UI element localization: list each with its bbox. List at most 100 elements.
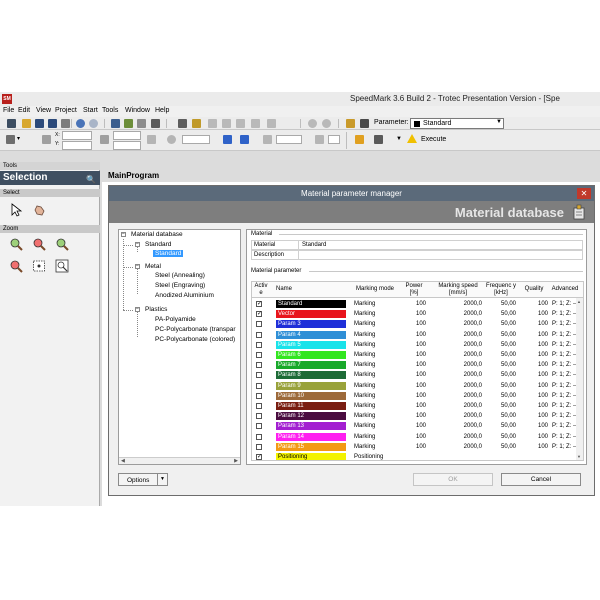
tree-item-steel-annealing[interactable]: Steel (Annealing) <box>155 272 205 279</box>
parameter-name-cell[interactable]: Param 14 <box>276 432 346 441</box>
zoom-area-icon[interactable] <box>55 237 69 251</box>
table-row[interactable]: Param 7 Marking 100 2000,0 50,00 100 P: 1; Z: … <box>252 360 583 371</box>
active-checkbox[interactable] <box>256 392 262 399</box>
col-header-marking-mode[interactable]: Marking mode <box>350 286 400 293</box>
search-icon[interactable]: 🔍 <box>86 173 96 187</box>
chevron-down-icon[interactable]: ▼ <box>157 474 167 485</box>
parameter-name-cell[interactable]: Param 12 <box>276 412 346 421</box>
tree-expander[interactable]: − <box>121 232 126 237</box>
parameter-name-cell[interactable]: Param 8 <box>276 371 346 380</box>
tree-item-material-database[interactable]: Material database <box>131 231 183 238</box>
power-cell[interactable]: 100 <box>402 444 426 450</box>
marking-mode-cell[interactable]: Marking <box>354 444 375 450</box>
parameter-name-cell[interactable]: Param 9 <box>276 381 346 390</box>
power-cell[interactable]: 100 <box>402 332 426 338</box>
table-row[interactable]: Param 14 Marking 100 2000,0 50,00 100 P: 1; Z:… <box>252 432 583 443</box>
undo-icon[interactable] <box>76 119 85 128</box>
tree-item-standard-group[interactable]: Standard <box>145 241 171 248</box>
table-row[interactable]: Param 8 Marking 100 2000,0 50,00 100 P: 1; Z: … <box>252 370 583 381</box>
mirror-icon[interactable] <box>322 119 331 128</box>
power-cell[interactable]: 100 <box>402 434 426 440</box>
coord-y-input[interactable] <box>62 141 92 150</box>
tree-item-plastics-group[interactable]: Plastics <box>145 306 167 313</box>
marking-mode-cell[interactable]: Marking <box>354 423 375 429</box>
col-header-speed[interactable]: Marking speed [mm/s] <box>432 283 484 297</box>
active-checkbox[interactable] <box>256 382 262 389</box>
parameter-name-cell[interactable]: Vector <box>276 310 346 319</box>
zoom-out-icon[interactable] <box>32 237 46 251</box>
quality-cell[interactable]: 100 <box>520 423 548 429</box>
ungroup-icon[interactable] <box>267 119 276 128</box>
power-cell[interactable]: 100 <box>402 403 426 409</box>
dropdown-arrow-icon[interactable]: ▾ <box>17 135 20 142</box>
power-cell[interactable]: 100 <box>402 362 426 368</box>
tree-item-pc-transparent[interactable]: PC-Polycarbonate (transpar <box>155 326 236 333</box>
zoom-selection-icon[interactable] <box>55 259 69 273</box>
save-as-icon[interactable] <box>48 119 57 128</box>
menu-window[interactable]: Window <box>125 107 150 114</box>
col-header-power[interactable]: Power [%] <box>402 283 426 297</box>
menu-file[interactable]: File <box>3 107 14 114</box>
table-vertical-scrollbar[interactable]: ▲ ▼ <box>576 298 583 460</box>
power-cell[interactable]: 100 <box>402 383 426 389</box>
power-cell[interactable]: 100 <box>402 413 426 419</box>
speed-cell[interactable]: 2000,0 <box>432 332 482 338</box>
speed-cell[interactable]: 2000,0 <box>432 362 482 368</box>
align-icon[interactable] <box>208 119 217 128</box>
speed-cell[interactable]: 2000,0 <box>432 342 482 348</box>
active-checkbox[interactable] <box>256 321 262 328</box>
frequency-cell[interactable]: 50,00 <box>486 444 516 450</box>
active-checkbox[interactable] <box>256 433 262 440</box>
lock-icon[interactable] <box>147 135 156 144</box>
height-input[interactable] <box>113 141 141 150</box>
quality-cell[interactable]: 100 <box>520 372 548 378</box>
table-row[interactable]: Positioning Positioning <box>252 452 583 460</box>
properties-icon[interactable] <box>137 119 146 128</box>
table-row[interactable]: VectorMarking1002000,050,00100P: 1; Z: -… <box>252 309 583 320</box>
tree-item-pa-polyamide[interactable]: PA-Polyamide <box>155 316 196 323</box>
menu-start[interactable]: Start <box>83 107 98 114</box>
marking-mode-cell[interactable]: Marking <box>354 434 375 440</box>
parameter-dropdown[interactable]: Standard ▼ <box>410 118 504 129</box>
marking-mode-cell[interactable]: Marking <box>354 332 375 338</box>
active-checkbox[interactable] <box>256 443 262 450</box>
chevron-down-icon[interactable]: ▼ <box>496 119 502 125</box>
rotate-angle-icon[interactable] <box>167 135 176 144</box>
zoom-previous-icon[interactable] <box>9 259 23 273</box>
pen-icon[interactable] <box>346 119 355 128</box>
marking-mode-cell[interactable]: Marking <box>354 342 375 348</box>
power-cell[interactable]: 100 <box>402 372 426 378</box>
table-row[interactable]: StandardMarking1002000,050,00100P: 1; Z:… <box>252 299 583 310</box>
link-icon[interactable] <box>263 135 272 144</box>
speed-cell[interactable]: 2000,0 <box>432 321 482 327</box>
parameter-name-cell[interactable]: Param 11 <box>276 402 346 410</box>
distribute-icon[interactable] <box>236 119 245 128</box>
quality-cell[interactable]: 100 <box>520 383 548 389</box>
speed-cell[interactable]: 2000,0 <box>432 383 482 389</box>
parameter-name-cell[interactable]: Param 7 <box>276 361 346 370</box>
rotate-icon[interactable] <box>308 119 317 128</box>
marking-mode-cell[interactable]: Marking <box>354 352 375 358</box>
table-row[interactable]: Param 9 Marking 100 2000,0 50,00 100 P: 1; Z: … <box>252 381 583 392</box>
group-icon[interactable] <box>251 119 260 128</box>
frequency-cell[interactable]: 50,00 <box>486 372 516 378</box>
scroll-left-icon[interactable]: ◀ <box>121 458 125 464</box>
cancel-button[interactable]: Cancel <box>501 473 581 486</box>
table-row[interactable]: Param 11 Marking 100 2000,0 50,00 100 P: 1; Z:… <box>252 401 583 412</box>
tree-item-anodized-aluminium[interactable]: Anodized Aluminium <box>155 292 214 299</box>
quality-cell[interactable]: 100 <box>520 332 548 338</box>
tree-item-standard[interactable]: Standard <box>153 250 184 257</box>
col-header-advanced[interactable]: Advanced <box>548 286 582 293</box>
scroll-up-icon[interactable]: ▲ <box>577 299 581 304</box>
device-dropdown-arrow-icon[interactable]: ▼ <box>396 136 402 142</box>
redo-icon[interactable] <box>89 119 98 128</box>
frequency-cell[interactable]: 50,00 <box>486 362 516 368</box>
print-icon[interactable] <box>61 119 70 128</box>
marking-mode-cell[interactable]: Marking <box>354 413 375 419</box>
speed-cell[interactable]: 2000,0 <box>432 423 482 429</box>
speed-cell[interactable]: 2000,0 <box>432 434 482 440</box>
speed-cell[interactable]: 2000,0 <box>432 413 482 419</box>
tree-expander[interactable]: − <box>135 264 140 269</box>
scroll-right-icon[interactable]: ▶ <box>234 458 238 464</box>
align-center-icon[interactable] <box>222 119 231 128</box>
